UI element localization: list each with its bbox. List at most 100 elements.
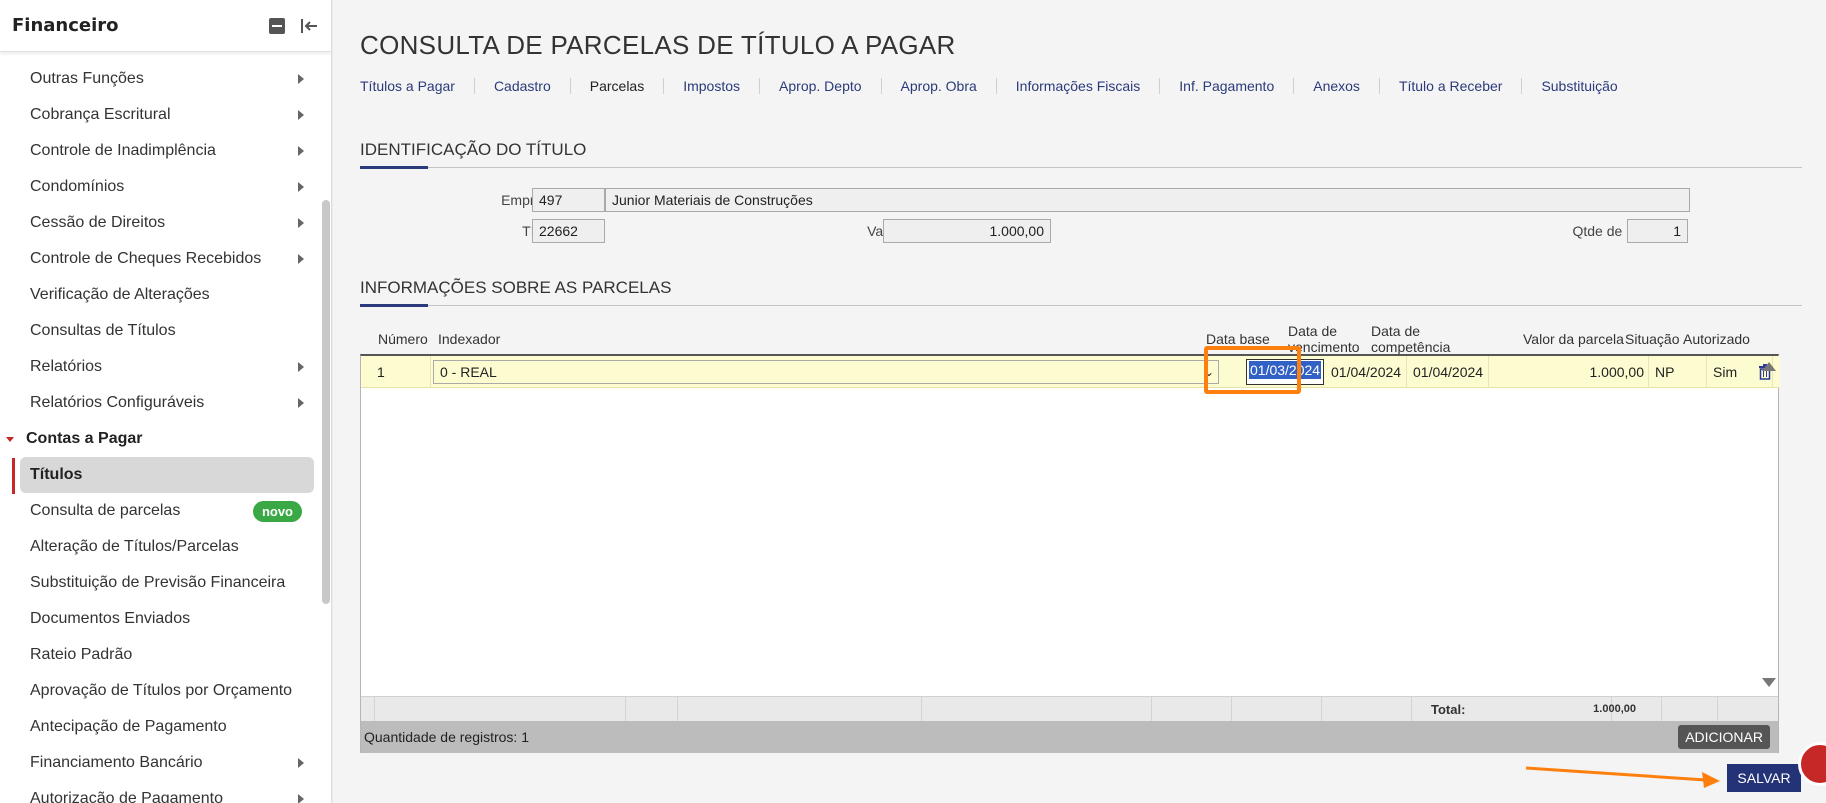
data-base-selected-text: 01/03/2024 bbox=[1249, 361, 1322, 379]
menu-item-controle-inadimplencia[interactable]: Controle de Inadimplência bbox=[20, 135, 314, 167]
tab-cadastro[interactable]: Cadastro bbox=[473, 78, 570, 94]
menu-item-financiamento-bancario[interactable]: Financiamento Bancário bbox=[20, 747, 314, 779]
col-header-situacao[interactable]: Situação bbox=[1625, 331, 1679, 347]
tab-informacoes-fiscais[interactable]: Informações Fiscais bbox=[995, 78, 1159, 94]
menu-item-condominios[interactable]: Condomínios bbox=[20, 171, 314, 203]
titulo-field[interactable]: 22662 bbox=[532, 219, 605, 243]
menu-section-contas-a-pagar[interactable]: Contas a Pagar bbox=[6, 424, 306, 454]
menu-item-label: Controle de Cheques Recebidos bbox=[30, 250, 262, 267]
tab-anexos[interactable]: Anexos bbox=[1293, 78, 1379, 94]
col-header-data-vencimento[interactable]: Data de vencimento bbox=[1288, 323, 1360, 355]
total-label: Total: bbox=[1431, 702, 1466, 717]
new-badge: novo bbox=[252, 500, 302, 522]
menu-section-label: Contas a Pagar bbox=[26, 430, 143, 447]
col-header-line: competência bbox=[1371, 339, 1451, 355]
menu-item-label: Financiamento Bancário bbox=[30, 754, 203, 771]
tab-titulo-a-receber[interactable]: Título a Receber bbox=[1378, 78, 1522, 94]
valor-total-field[interactable]: 1.000,00 bbox=[883, 219, 1051, 243]
menu-item-cessao-direitos[interactable]: Cessão de Direitos bbox=[20, 207, 314, 239]
empresa-code-field[interactable]: 497 bbox=[532, 188, 605, 212]
menu-item-consulta-parcelas[interactable]: Consulta de parcelas novo bbox=[20, 495, 314, 527]
chevron-right-icon bbox=[298, 110, 304, 120]
scroll-down-icon[interactable] bbox=[1762, 678, 1776, 687]
menu-item-label: Autorização de Pagamento bbox=[30, 790, 224, 803]
menu-item-label: Consultas de Títulos bbox=[30, 322, 176, 339]
divider bbox=[1717, 697, 1718, 721]
cell-numero[interactable]: 1 bbox=[371, 356, 431, 388]
divider bbox=[677, 697, 678, 721]
menu-item-outras-funcoes[interactable]: Outras Funções bbox=[20, 63, 314, 95]
col-header-numero[interactable]: Número bbox=[378, 331, 428, 347]
arrow-annotation bbox=[1525, 766, 1720, 788]
save-button[interactable]: SALVAR bbox=[1727, 764, 1801, 792]
tab-parcelas[interactable]: Parcelas bbox=[569, 78, 663, 94]
registros-count: Quantidade de registros: 1 bbox=[364, 729, 529, 745]
menu-item-consultas-titulos[interactable]: Consultas de Títulos bbox=[20, 315, 314, 347]
menu-item-label: Alteração de Títulos/Parcelas bbox=[30, 538, 239, 555]
menu-item-aprovacao-titulos[interactable]: Aprovação de Títulos por Orçamento bbox=[20, 675, 314, 707]
divider bbox=[1321, 697, 1322, 721]
collapse-all-icon[interactable] bbox=[267, 16, 287, 36]
indexador-select[interactable]: 0 - REAL ⌄ bbox=[433, 360, 1219, 384]
sidebar-header: Financeiro bbox=[0, 0, 331, 52]
col-header-data-base[interactable]: Data base bbox=[1206, 331, 1270, 347]
qtde-parcelas-field[interactable]: 1 bbox=[1627, 219, 1688, 243]
chevron-right-icon bbox=[298, 218, 304, 228]
menu-item-label: Cobrança Escritural bbox=[30, 106, 171, 123]
add-button[interactable]: ADICIONAR bbox=[1678, 725, 1770, 749]
divider bbox=[1231, 697, 1232, 721]
col-header-autorizado[interactable]: Autorizado bbox=[1683, 331, 1750, 347]
collapse-sidebar-icon[interactable] bbox=[299, 16, 319, 36]
menu-item-rateio-padrao[interactable]: Rateio Padrão bbox=[20, 639, 314, 671]
menu-item-alteracao-titulos[interactable]: Alteração de Títulos/Parcelas bbox=[20, 531, 314, 563]
chevron-right-icon bbox=[298, 254, 304, 264]
menu-item-label: Verificação de Alterações bbox=[30, 286, 210, 303]
menu-item-verificacao-alteracoes[interactable]: Verificação de Alterações bbox=[20, 279, 314, 311]
divider bbox=[1151, 697, 1152, 721]
section-title-identificacao: IDENTIFICAÇÃO DO TÍTULO bbox=[360, 140, 587, 159]
chevron-right-icon bbox=[298, 74, 304, 84]
menu-item-relatorios[interactable]: Relatórios bbox=[20, 351, 314, 383]
menu-item-antecipacao-pagamento[interactable]: Antecipação de Pagamento bbox=[20, 711, 314, 743]
menu-item-autorizacao-pagamento[interactable]: Autorização de Pagamento bbox=[20, 783, 314, 803]
parcelas-grid: 1 0 - REAL ⌄ 01/03/2024 01/04/2024 01/04… bbox=[360, 354, 1780, 753]
sidebar-title: Financeiro bbox=[12, 15, 119, 36]
tab-inf-pagamento[interactable]: Inf. Pagamento bbox=[1159, 78, 1293, 94]
col-header-data-competencia[interactable]: Data de competência bbox=[1371, 323, 1450, 355]
active-indicator bbox=[12, 458, 15, 494]
menu-item-label: Relatórios Configuráveis bbox=[30, 394, 205, 411]
chevron-right-icon bbox=[298, 398, 304, 408]
tab-titulos-a-pagar[interactable]: Títulos a Pagar bbox=[360, 78, 474, 94]
menu-item-documentos-enviados[interactable]: Documentos Enviados bbox=[20, 603, 314, 635]
sidebar-scrollbar[interactable] bbox=[322, 200, 330, 604]
cell-data-competencia[interactable]: 01/04/2024 bbox=[1407, 356, 1489, 388]
col-header-valor-parcela[interactable]: Valor da parcela bbox=[1523, 331, 1624, 347]
menu-item-label: Cessão de Direitos bbox=[30, 214, 166, 231]
menu-item-titulos[interactable]: Títulos bbox=[20, 457, 314, 493]
data-base-input[interactable]: 01/03/2024 bbox=[1246, 359, 1324, 385]
tab-substituicao[interactable]: Substituição bbox=[1521, 78, 1636, 94]
cell-valor-parcela[interactable]: 1.000,00 bbox=[1489, 356, 1649, 388]
menu-item-label: Consulta de parcelas bbox=[30, 502, 181, 519]
menu-item-controle-cheques[interactable]: Controle de Cheques Recebidos bbox=[20, 243, 314, 275]
menu-item-label: Controle de Inadimplência bbox=[30, 142, 216, 159]
cell-data-vencimento[interactable]: 01/04/2024 bbox=[1325, 356, 1407, 388]
chevron-right-icon bbox=[298, 182, 304, 192]
sidebar-menu: Outras Funções Cobrança Escritural Contr… bbox=[0, 52, 320, 803]
col-header-indexador[interactable]: Indexador bbox=[438, 331, 500, 347]
empresa-name-field[interactable]: Junior Materiais de Construções bbox=[605, 188, 1690, 212]
table-row[interactable]: 1 0 - REAL ⌄ 01/03/2024 01/04/2024 01/04… bbox=[361, 356, 1780, 388]
tab-impostos[interactable]: Impostos bbox=[663, 78, 759, 94]
menu-item-cobranca-escritural[interactable]: Cobrança Escritural bbox=[20, 99, 314, 131]
tab-aprop-obra[interactable]: Aprop. Obra bbox=[880, 78, 996, 94]
menu-item-relatorios-configuraveis[interactable]: Relatórios Configuráveis bbox=[20, 387, 314, 419]
cell-situacao[interactable]: NP bbox=[1649, 356, 1707, 388]
sidebar: Financeiro Outras Funções Cobrança Escri… bbox=[0, 0, 332, 803]
tab-aprop-depto[interactable]: Aprop. Depto bbox=[759, 78, 881, 94]
menu-item-substituicao-previsao[interactable]: Substituição de Previsão Financeira bbox=[20, 567, 314, 599]
scroll-up-icon[interactable] bbox=[1762, 362, 1776, 371]
menu-item-label: Antecipação de Pagamento bbox=[30, 718, 227, 735]
col-header-line: Data de bbox=[1288, 323, 1338, 339]
menu-item-label: Rateio Padrão bbox=[30, 646, 133, 663]
menu-item-label: Condomínios bbox=[30, 178, 125, 195]
